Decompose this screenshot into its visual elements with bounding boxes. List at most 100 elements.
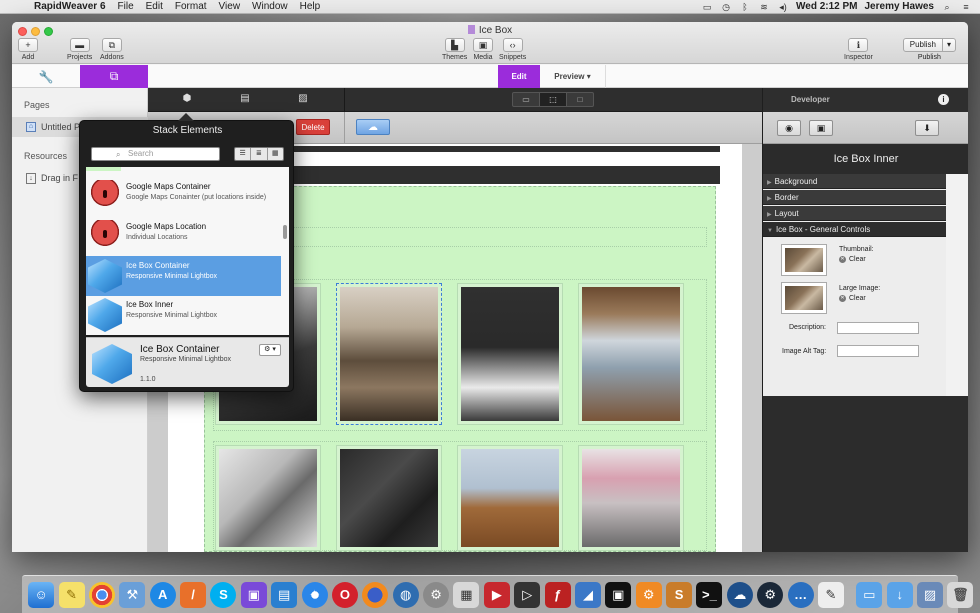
themes-button[interactable]: ▙ Themes [442, 38, 467, 61]
inspector-scrollbar[interactable] [946, 174, 968, 396]
developer-label[interactable]: Developer [791, 95, 830, 104]
grid-view-icon[interactable]: ▦ [268, 148, 283, 160]
utility-app-icon[interactable]: ▤ [271, 581, 298, 608]
folder-icon[interactable]: ▭ [856, 581, 883, 608]
gear-app-icon[interactable]: ⚙ [635, 581, 662, 608]
volume-icon[interactable]: ◂) [777, 2, 789, 12]
illustrator-icon[interactable]: / [180, 581, 207, 608]
xcode-icon[interactable]: ⚒ [119, 581, 146, 608]
list-item[interactable]: Google Maps Container Google Maps Conain… [86, 177, 281, 217]
menu-edit[interactable]: Edit [140, 1, 169, 12]
menu-window[interactable]: Window [246, 1, 294, 12]
tab-settings[interactable]: 🔧 [12, 65, 80, 88]
safari-icon[interactable]: ✦ [301, 581, 328, 608]
snippets-button[interactable]: ‹› Snippets [499, 38, 526, 61]
templates-icon[interactable]: ▤ [238, 93, 252, 105]
large-image-clear-button[interactable]: ✕ Clear [839, 295, 866, 302]
list-scrollbar[interactable] [283, 225, 287, 239]
view-mode-wireframe[interactable]: ▭ [513, 93, 540, 106]
detail-view-icon[interactable]: ≣ [251, 148, 268, 160]
cloud-button[interactable]: ☁ [356, 119, 390, 135]
stack-elements-icon[interactable]: ⬢ [180, 93, 194, 105]
trash-icon[interactable]: 🗑 [947, 581, 974, 608]
large-image-well[interactable] [781, 282, 827, 314]
firefox-icon[interactable] [362, 581, 389, 608]
app-menu[interactable]: RapidWeaver 6 [28, 1, 112, 12]
section-layout[interactable]: ▶ Layout [763, 206, 947, 221]
thumbnail-clear-button[interactable]: ✕ Clear [839, 256, 866, 263]
ice-box-inner[interactable] [578, 445, 684, 551]
list-view-icon[interactable]: ☰ [235, 148, 252, 160]
thumbnail-well[interactable] [781, 244, 827, 276]
lock-icon[interactable]: ▣ [809, 120, 833, 136]
bluetooth-icon[interactable]: ᛒ [739, 2, 751, 12]
info-icon[interactable]: i [938, 94, 949, 105]
notes-app-icon[interactable]: ✎ [817, 581, 844, 608]
terminal-icon[interactable]: >_ [696, 581, 723, 608]
messages-icon[interactable]: … [787, 581, 814, 608]
time-machine-icon[interactable]: ◷ [720, 2, 732, 12]
notification-center-icon[interactable]: ≡ [960, 2, 972, 12]
chat-app-icon[interactable]: ☁ [726, 581, 753, 608]
network-app-icon[interactable]: ◍ [392, 581, 419, 608]
section-background[interactable]: ▶ Background [763, 174, 947, 189]
presentation-app-icon[interactable]: ▶ [483, 581, 510, 608]
view-mode-outline[interactable]: ⬚ [540, 93, 567, 106]
tab-edit[interactable]: Edit [498, 65, 540, 88]
menubar-clock[interactable]: Wed 2:12 PM [796, 1, 858, 12]
ice-box-inner[interactable] [457, 445, 563, 551]
delete-button[interactable]: Delete [296, 119, 330, 135]
tab-pages[interactable]: ⧉ [80, 65, 148, 88]
stack-elements-list[interactable]: Google Maps Container Google Maps Conain… [86, 167, 289, 335]
inspector-button[interactable]: ℹ Inspector [844, 38, 873, 61]
section-border[interactable]: ▶ Border [763, 190, 947, 205]
publish-button[interactable]: Publish ▾ [902, 38, 956, 52]
menu-format[interactable]: Format [169, 1, 213, 12]
description-field[interactable] [837, 322, 919, 334]
list-item[interactable]: Google Maps Location Individual Location… [86, 217, 281, 257]
sublime-icon[interactable]: S [666, 581, 693, 608]
opera-icon[interactable]: O [331, 581, 358, 608]
package-icon[interactable]: ⬇ [915, 120, 939, 136]
system-preferences-icon[interactable]: ⚙ [423, 581, 450, 608]
menubar-user[interactable]: Jeremy Hawes [865, 1, 935, 12]
wifi-icon[interactable]: ≋ [758, 2, 770, 12]
downloads-folder-icon[interactable]: ↓ [886, 581, 913, 608]
gear-icon[interactable]: ⚙ ▾ [259, 344, 281, 356]
app-store-icon[interactable]: A [149, 581, 176, 608]
calendar-icon[interactable]: ▦ [453, 581, 480, 608]
projects-button[interactable]: ▬ Projects [67, 38, 92, 61]
skype-icon[interactable]: S [210, 581, 237, 608]
chrome-icon[interactable] [88, 581, 115, 608]
list-item[interactable]: Ice Box Inner Responsive Minimal Lightbo… [86, 295, 281, 335]
airplay-icon[interactable]: ▭ [701, 2, 713, 12]
ice-box-inner[interactable] [457, 283, 563, 425]
ice-box-inner[interactable] [578, 283, 684, 425]
ice-box-inner[interactable] [336, 445, 442, 551]
image-folder-icon[interactable]: ▨ [917, 581, 944, 608]
ice-box-inner-selected[interactable] [336, 283, 442, 425]
search-input[interactable]: ⌕ Search [91, 147, 220, 161]
stickies-icon[interactable]: ✎ [58, 581, 85, 608]
chevron-down-icon[interactable]: ▾ [941, 39, 955, 51]
image-library-icon[interactable]: ▨ [296, 93, 310, 105]
eye-icon[interactable]: ◉ [777, 120, 801, 136]
flash-app-icon[interactable]: ƒ [544, 581, 571, 608]
image-app-icon[interactable]: ▣ [240, 581, 267, 608]
steam-icon[interactable]: ⚙ [757, 581, 784, 608]
ice-box-inner[interactable] [215, 445, 321, 551]
finder-icon[interactable]: ☺ [28, 581, 55, 608]
section-general-controls[interactable]: ▼ Ice Box - General Controls [763, 222, 947, 237]
search-icon[interactable]: ⌕ [941, 2, 953, 12]
list-item-selected[interactable]: Ice Box Container Responsive Minimal Lig… [86, 256, 281, 296]
add-button[interactable]: + Add [18, 38, 38, 61]
media-button[interactable]: ▣ Media [473, 38, 493, 61]
design-app-icon[interactable]: ◢ [574, 581, 601, 608]
menu-view[interactable]: View [213, 1, 247, 12]
menu-file[interactable]: File [112, 1, 140, 12]
window-app-icon[interactable]: ▣ [605, 581, 632, 608]
addons-button[interactable]: ⧉ Addons [100, 38, 124, 61]
menu-help[interactable]: Help [294, 1, 327, 12]
tab-preview[interactable]: Preview ▾ [540, 65, 606, 88]
video-app-icon[interactable]: ▷ [514, 581, 541, 608]
